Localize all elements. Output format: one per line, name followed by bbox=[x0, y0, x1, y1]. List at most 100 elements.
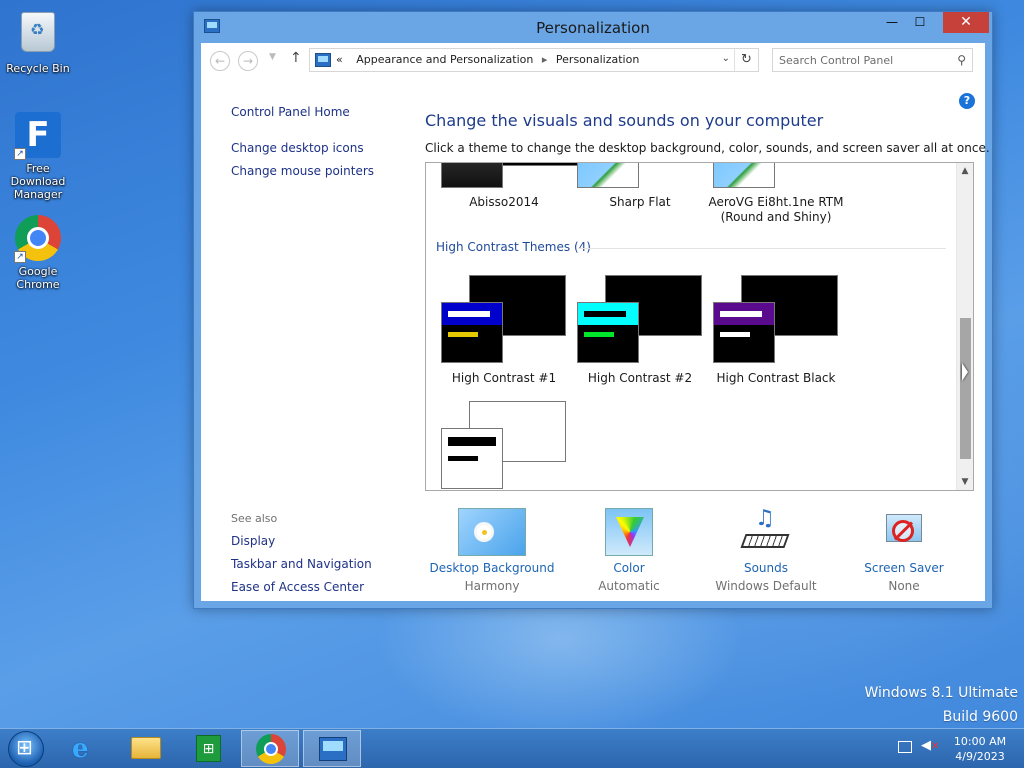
control-panel-icon bbox=[319, 737, 347, 761]
control-panel-icon bbox=[315, 53, 331, 67]
desktop-icon-free-download-manager[interactable]: F ↗ Free Download Manager bbox=[0, 112, 76, 201]
theme-label: High Contrast Black bbox=[716, 371, 836, 385]
desktop-icon-label: Free Download Manager bbox=[10, 162, 66, 201]
taskbar-control-panel[interactable] bbox=[303, 730, 361, 767]
up-arrow-icon: ↑ bbox=[290, 50, 302, 66]
screen-saver-tile[interactable]: Screen Saver None bbox=[834, 508, 974, 593]
sounds-tile[interactable]: ♫ Sounds Windows Default bbox=[696, 506, 836, 593]
up-button[interactable]: ↑ bbox=[290, 50, 302, 66]
change-desktop-icons-link[interactable]: Change desktop icons bbox=[231, 141, 364, 155]
forward-button[interactable]: → bbox=[238, 51, 258, 71]
tile-value: None bbox=[888, 579, 920, 593]
network-icon[interactable] bbox=[898, 741, 912, 753]
folder-icon bbox=[131, 737, 161, 759]
breadcrumb-appearance[interactable]: Appearance and Personalization bbox=[356, 53, 533, 66]
navigation-bar: ← → ▼ ↑ « Appearance and Personalization… bbox=[201, 43, 985, 77]
taskbar-file-explorer[interactable] bbox=[117, 730, 175, 767]
high-contrast-group-title: High Contrast Themes (4) bbox=[436, 240, 591, 254]
close-button[interactable]: ✕ bbox=[943, 12, 989, 33]
color-palette-icon bbox=[605, 508, 653, 556]
back-button[interactable]: ← bbox=[210, 51, 230, 71]
theme-label: High Contrast #2 bbox=[587, 371, 693, 385]
display-link[interactable]: Display bbox=[231, 534, 275, 548]
theme-list-scrollbar[interactable]: ▲ ▼ bbox=[956, 163, 973, 490]
tile-value: Harmony bbox=[464, 579, 520, 593]
theme-bar bbox=[720, 311, 762, 317]
scroll-down-button[interactable]: ▼ bbox=[957, 477, 973, 487]
start-button[interactable] bbox=[8, 731, 44, 767]
theme-bar bbox=[584, 332, 614, 337]
help-icon[interactable]: ? bbox=[959, 93, 975, 109]
theme-bar bbox=[720, 332, 750, 337]
mouse-cursor-icon bbox=[962, 363, 968, 381]
search-input[interactable] bbox=[779, 50, 949, 70]
theme-preview bbox=[713, 163, 775, 188]
theme-preview bbox=[441, 302, 503, 363]
screen-saver-icon bbox=[880, 508, 928, 556]
taskbar-google-chrome[interactable] bbox=[241, 730, 299, 767]
personalization-window: Personalization — ☐ ✕ ← → ▼ ↑ « Appearan… bbox=[193, 11, 993, 609]
store-icon: ⊞ bbox=[196, 735, 221, 762]
refresh-button[interactable]: ↻ bbox=[734, 49, 758, 71]
volume-muted-icon[interactable]: ◀✕ bbox=[921, 738, 939, 753]
title-bar[interactable]: Personalization — ☐ ✕ bbox=[194, 12, 992, 42]
desktop-icon-recycle-bin[interactable]: Recycle Bin bbox=[0, 8, 76, 75]
color-tile[interactable]: Color Automatic bbox=[559, 508, 699, 593]
internet-explorer-icon: e bbox=[72, 734, 89, 764]
tile-name[interactable]: Sounds bbox=[696, 561, 836, 575]
search-box: ⚲ bbox=[772, 48, 973, 72]
ease-of-access-center-link[interactable]: Ease of Access Center bbox=[231, 580, 364, 594]
page-title: Change the visuals and sounds on your co… bbox=[425, 111, 824, 130]
desktop-background-icon bbox=[458, 508, 526, 556]
theme-preview bbox=[577, 302, 639, 363]
minimize-button[interactable]: — bbox=[878, 12, 906, 33]
tile-name[interactable]: Screen Saver bbox=[834, 561, 974, 575]
address-bar[interactable]: « Appearance and Personalization ▸ Perso… bbox=[309, 48, 759, 72]
forward-arrow-icon: → bbox=[242, 54, 254, 68]
system-clock[interactable]: 10:00 AM 4/9/2023 bbox=[945, 734, 1015, 764]
change-mouse-pointers-link[interactable]: Change mouse pointers bbox=[231, 164, 374, 178]
search-icon[interactable]: ⚲ bbox=[957, 53, 966, 67]
desktop-icon-google-chrome[interactable]: ↗ Google Chrome bbox=[0, 215, 76, 291]
chevron-down-icon: ▼ bbox=[961, 477, 969, 487]
taskbar: e ⊞ ◀✕ 10:00 AM 4/9/2023 bbox=[0, 728, 1024, 768]
theme-bar bbox=[448, 456, 478, 461]
group-divider bbox=[578, 248, 946, 249]
theme-label: Abisso2014 bbox=[469, 195, 539, 209]
address-dropdown-button[interactable]: ⌄ bbox=[722, 53, 730, 64]
theme-label: High Contrast #1 bbox=[451, 371, 557, 385]
theme-bar bbox=[584, 311, 626, 317]
breadcrumb: « Appearance and Personalization ▸ Perso… bbox=[336, 53, 639, 66]
chrome-icon bbox=[256, 734, 286, 764]
desktop-background-tile[interactable]: Desktop Background Harmony bbox=[422, 508, 562, 593]
refresh-icon: ↻ bbox=[741, 52, 752, 67]
taskbar-and-navigation-link[interactable]: Taskbar and Navigation bbox=[231, 557, 372, 571]
tile-name[interactable]: Color bbox=[559, 561, 699, 575]
theme-preview bbox=[577, 163, 639, 188]
theme-bar bbox=[448, 332, 478, 337]
recycle-bin-icon bbox=[21, 12, 55, 52]
chevron-right-icon[interactable]: ▸ bbox=[542, 53, 548, 66]
window-title: Personalization bbox=[536, 19, 650, 37]
theme-preview bbox=[441, 428, 503, 489]
control-panel-home-link[interactable]: Control Panel Home bbox=[231, 105, 350, 119]
desktop-icon-label: Recycle Bin bbox=[6, 62, 70, 75]
see-also-title: See also bbox=[231, 512, 278, 525]
tile-name[interactable]: Desktop Background bbox=[422, 561, 562, 575]
tile-value: Windows Default bbox=[715, 579, 817, 593]
maximize-button[interactable]: ☐ bbox=[906, 12, 934, 33]
breadcrumb-overflow[interactable]: « bbox=[336, 53, 343, 66]
taskbar-store[interactable]: ⊞ bbox=[179, 730, 237, 767]
sounds-icon: ♫ bbox=[740, 506, 791, 556]
theme-preview bbox=[713, 302, 775, 363]
windows-build-watermark: Build 9600 bbox=[942, 709, 1018, 725]
theme-list[interactable]: Abisso2014 Sharp Flat AeroVG Ei8ht.1ne R… bbox=[425, 162, 974, 491]
left-pane: Control Panel Home Change desktop icons … bbox=[201, 77, 401, 601]
shortcut-arrow-icon: ↗ bbox=[14, 148, 26, 160]
taskbar-internet-explorer[interactable]: e bbox=[56, 730, 114, 767]
recent-locations-button[interactable]: ▼ bbox=[269, 52, 276, 62]
breadcrumb-personalization[interactable]: Personalization bbox=[556, 53, 639, 66]
scroll-thumb[interactable] bbox=[960, 318, 971, 459]
scroll-up-button[interactable]: ▲ bbox=[957, 166, 973, 176]
theme-label: Sharp Flat bbox=[609, 195, 671, 209]
